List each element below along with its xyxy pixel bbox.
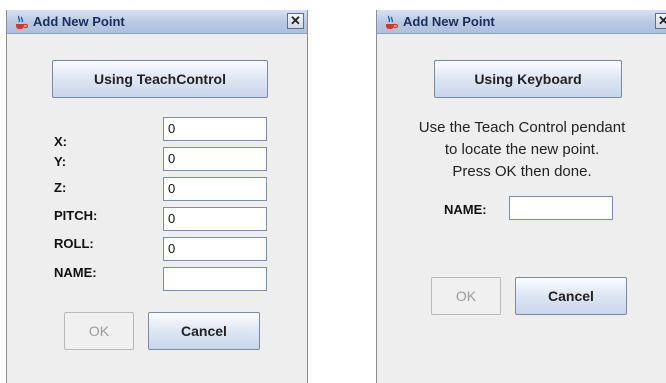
- y-input[interactable]: 0: [163, 147, 267, 171]
- name-label: NAME:: [54, 265, 97, 280]
- pitch-label: PITCH:: [54, 208, 98, 223]
- z-label: Z:: [54, 180, 67, 195]
- title-bar[interactable]: Add New Point ✕: [377, 10, 666, 34]
- ok-button[interactable]: OK: [431, 277, 501, 315]
- y-label: Y:: [54, 154, 67, 169]
- close-icon[interactable]: ✕: [287, 13, 304, 29]
- java-coffee-cup-icon: [386, 15, 399, 29]
- name-input[interactable]: [163, 267, 267, 291]
- close-icon[interactable]: ✕: [655, 13, 666, 29]
- name-input[interactable]: [509, 196, 613, 220]
- roll-input[interactable]: 0: [163, 237, 267, 261]
- name-label: NAME:: [444, 202, 487, 217]
- title-bar[interactable]: Add New Point ✕: [7, 10, 307, 34]
- z-input[interactable]: 0: [163, 177, 267, 201]
- java-coffee-cup-icon: [16, 15, 29, 29]
- using-keyboard-button[interactable]: Using Keyboard: [434, 60, 622, 98]
- dialog-title: Add New Point: [403, 14, 495, 29]
- roll-label: ROLL:: [54, 236, 94, 251]
- pitch-input[interactable]: 0: [163, 207, 267, 231]
- dialog-title: Add New Point: [33, 14, 125, 29]
- x-label: X:: [54, 134, 67, 149]
- instruction-line-3: Press OK then done.: [452, 163, 592, 180]
- ok-button[interactable]: OK: [64, 312, 134, 350]
- cancel-button[interactable]: Cancel: [148, 312, 260, 350]
- x-input[interactable]: 0: [163, 117, 267, 141]
- using-teachcontrol-button[interactable]: Using TeachControl: [52, 60, 268, 98]
- instruction-line-1: Use the Teach Control pendant: [418, 119, 626, 136]
- instruction-line-2: to locate the new point.: [444, 141, 600, 158]
- cancel-button[interactable]: Cancel: [515, 277, 627, 315]
- add-point-dialog-teachcontrol: Add New Point ✕ Using TeachControl X: 0 …: [6, 10, 308, 383]
- add-point-dialog-keyboard: Add New Point ✕ Using Keyboard Use the T…: [376, 10, 666, 383]
